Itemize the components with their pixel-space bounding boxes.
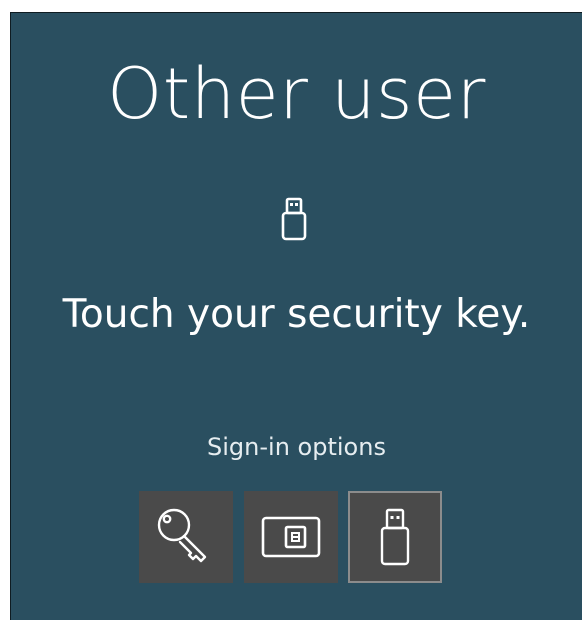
user-name-title: Other user: [107, 53, 486, 135]
usb-security-key-icon: [380, 508, 410, 566]
smart-card-option-button[interactable]: [244, 491, 338, 583]
key-icon: [157, 508, 207, 563]
smart-card-icon: [261, 516, 321, 558]
usb-security-key-icon: [281, 195, 307, 241]
sign-in-options-label: Sign-in options: [207, 433, 386, 461]
password-option-button[interactable]: [139, 491, 233, 583]
lock-screen-panel: Other user Touch your security key. Sign…: [10, 12, 582, 620]
security-key-option-button[interactable]: [348, 491, 442, 583]
security-key-prompt: Touch your security key.: [62, 292, 531, 337]
